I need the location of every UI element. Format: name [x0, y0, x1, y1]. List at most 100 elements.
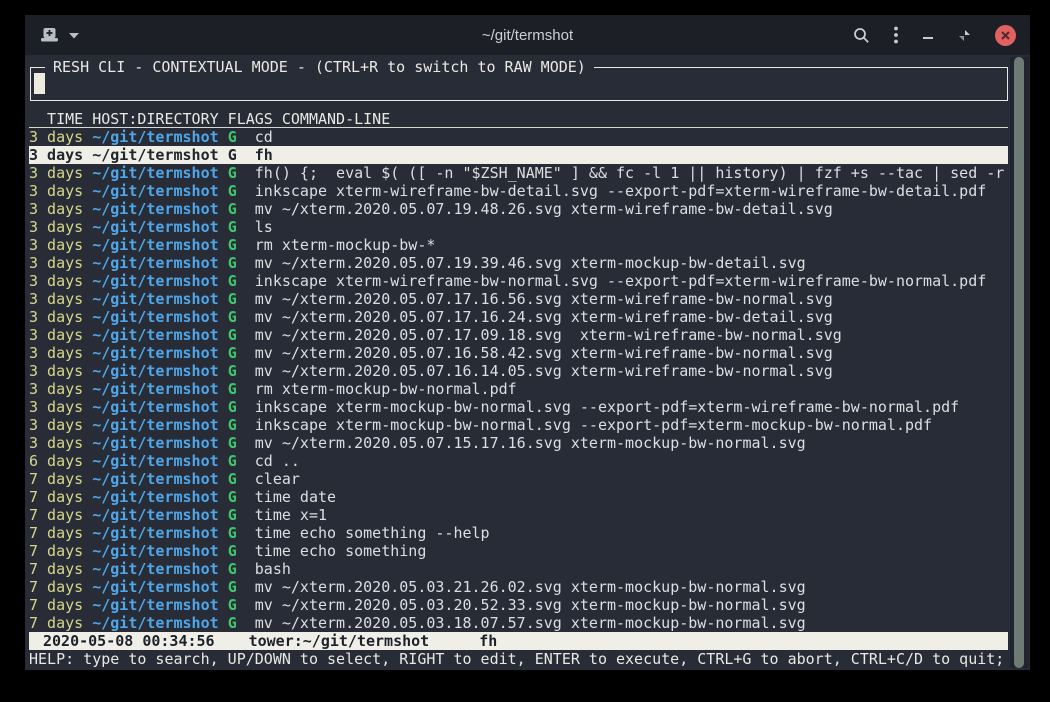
kebab-menu-icon	[894, 26, 898, 44]
terminal-content: RESH CLI - CONTEXTUAL MODE - (CTRL+R to …	[25, 55, 1030, 670]
history-row[interactable]: 7 days ~/git/termshot G time echo someth…	[29, 542, 1008, 560]
row-command: rm xterm-mockup-bw-normal.pdf	[255, 380, 517, 398]
row-directory: ~/git/termshot	[92, 308, 227, 326]
history-row[interactable]: 3 days ~/git/termshot G mv ~/xterm.2020.…	[29, 344, 1008, 362]
row-directory: ~/git/termshot	[92, 146, 227, 164]
row-flags: G	[228, 398, 255, 416]
text-cursor	[34, 73, 45, 94]
row-directory: ~/git/termshot	[92, 326, 227, 344]
history-row[interactable]: 7 days ~/git/termshot G mv ~/xterm.2020.…	[29, 596, 1008, 614]
history-row[interactable]: 7 days ~/git/termshot G time date	[29, 488, 1008, 506]
row-time: 7 days	[29, 614, 92, 632]
row-flags: G	[228, 542, 255, 560]
minimize-icon	[922, 29, 934, 41]
history-row[interactable]: 3 days ~/git/termshot G inkscape xterm-w…	[29, 272, 1008, 290]
row-directory: ~/git/termshot	[92, 128, 227, 146]
row-time: 7 days	[29, 542, 92, 560]
menu-button[interactable]	[894, 26, 898, 44]
search-button[interactable]	[853, 27, 870, 44]
row-command: clear	[255, 470, 300, 488]
row-directory: ~/git/termshot	[92, 542, 227, 560]
row-flags: G	[228, 434, 255, 452]
history-row[interactable]: 3 days ~/git/termshot G cd	[29, 128, 1008, 146]
row-directory: ~/git/termshot	[92, 200, 227, 218]
history-row[interactable]: 3 days ~/git/termshot G inkscape xterm-m…	[29, 398, 1008, 416]
history-row[interactable]: 7 days ~/git/termshot G mv ~/xterm.2020.…	[29, 614, 1008, 632]
row-command: time echo something --help	[255, 524, 490, 542]
row-command: inkscape xterm-wireframe-bw-normal.svg -…	[255, 272, 987, 290]
history-row[interactable]: 7 days ~/git/termshot G time x=1	[29, 506, 1008, 524]
history-row[interactable]: 3 days ~/git/termshot G mv ~/xterm.2020.…	[29, 308, 1008, 326]
row-command: cd	[255, 128, 273, 146]
row-directory: ~/git/termshot	[92, 434, 227, 452]
row-command: mv ~/xterm.2020.05.07.19.39.46.svg xterm…	[255, 254, 806, 272]
row-directory: ~/git/termshot	[92, 218, 227, 236]
row-command: mv ~/xterm.2020.05.07.15.17.16.svg xterm…	[255, 434, 806, 452]
row-time: 3 days	[29, 128, 92, 146]
history-row[interactable]: 7 days ~/git/termshot G mv ~/xterm.2020.…	[29, 578, 1008, 596]
history-row[interactable]: 3 days ~/git/termshot G ls	[29, 218, 1008, 236]
row-flags: G	[228, 146, 255, 164]
history-row[interactable]: 7 days ~/git/termshot G time echo someth…	[29, 524, 1008, 542]
row-flags: G	[228, 200, 255, 218]
row-flags: G	[228, 164, 255, 182]
row-time: 3 days	[29, 236, 92, 254]
history-row[interactable]: 7 days ~/git/termshot G clear	[29, 470, 1008, 488]
row-flags: G	[228, 128, 255, 146]
new-tab-button[interactable]	[41, 28, 58, 42]
list-header: TIME HOST:DIRECTORY FLAGS COMMAND-LINE	[29, 110, 1008, 128]
row-flags: G	[228, 254, 255, 272]
history-row[interactable]: 3 days ~/git/termshot G inkscape xterm-w…	[29, 182, 1008, 200]
row-directory: ~/git/termshot	[92, 452, 227, 470]
history-row[interactable]: 6 days ~/git/termshot G cd ..	[29, 452, 1008, 470]
row-time: 6 days	[29, 452, 92, 470]
search-box[interactable]: RESH CLI - CONTEXTUAL MODE - (CTRL+R to …	[30, 67, 1008, 101]
close-icon	[1000, 30, 1011, 41]
row-time: 3 days	[29, 344, 92, 362]
row-flags: G	[228, 578, 255, 596]
row-directory: ~/git/termshot	[92, 524, 227, 542]
chevron-down-icon	[68, 32, 80, 39]
row-flags: G	[228, 362, 255, 380]
row-flags: G	[228, 236, 255, 254]
history-row[interactable]: 3 days ~/git/termshot G rm xterm-mockup-…	[29, 236, 1008, 254]
row-time: 3 days	[29, 200, 92, 218]
history-row[interactable]: 3 days ~/git/termshot G fh() {; eval $( …	[29, 164, 1008, 182]
history-row[interactable]: 3 days ~/git/termshot G inkscape xterm-m…	[29, 416, 1008, 434]
row-flags: G	[228, 560, 255, 578]
row-command: ls	[255, 218, 273, 236]
history-row[interactable]: 3 days ~/git/termshot G rm xterm-mockup-…	[29, 380, 1008, 398]
history-row[interactable]: 3 days ~/git/termshot G fh	[29, 146, 1008, 164]
history-row[interactable]: 7 days ~/git/termshot G bash	[29, 560, 1008, 578]
row-time: 3 days	[29, 164, 92, 182]
scrollbar-handle[interactable]	[1014, 57, 1024, 668]
row-flags: G	[228, 218, 255, 236]
row-time: 7 days	[29, 560, 92, 578]
status-bar: 2020-05-08 00:34:56tower:~/git/termshotf…	[29, 632, 1008, 650]
row-directory: ~/git/termshot	[92, 470, 227, 488]
row-directory: ~/git/termshot	[92, 182, 227, 200]
row-flags: G	[228, 614, 255, 632]
close-button[interactable]	[995, 25, 1016, 46]
history-row[interactable]: 3 days ~/git/termshot G mv ~/xterm.2020.…	[29, 362, 1008, 380]
tab-dropdown-button[interactable]	[68, 32, 80, 39]
history-row[interactable]: 3 days ~/git/termshot G mv ~/xterm.2020.…	[29, 254, 1008, 272]
minimize-button[interactable]	[922, 29, 934, 41]
history-row[interactable]: 3 days ~/git/termshot G mv ~/xterm.2020.…	[29, 290, 1008, 308]
history-row[interactable]: 3 days ~/git/termshot G mv ~/xterm.2020.…	[29, 434, 1008, 452]
row-directory: ~/git/termshot	[92, 380, 227, 398]
restore-button[interactable]	[958, 29, 971, 42]
row-flags: G	[228, 470, 255, 488]
row-command: fh	[255, 146, 273, 164]
row-flags: G	[228, 596, 255, 614]
scrollbar-track[interactable]	[1010, 57, 1029, 668]
row-command: fh() {; eval $( ([ -n "$ZSH_NAME" ] && f…	[255, 164, 1005, 182]
search-icon	[853, 27, 870, 44]
row-time: 3 days	[29, 398, 92, 416]
history-row[interactable]: 3 days ~/git/termshot G mv ~/xterm.2020.…	[29, 200, 1008, 218]
restore-icon	[958, 29, 971, 42]
row-directory: ~/git/termshot	[92, 506, 227, 524]
titlebar: ~/git/termshot	[25, 15, 1030, 55]
history-row[interactable]: 3 days ~/git/termshot G mv ~/xterm.2020.…	[29, 326, 1008, 344]
row-flags: G	[228, 506, 255, 524]
